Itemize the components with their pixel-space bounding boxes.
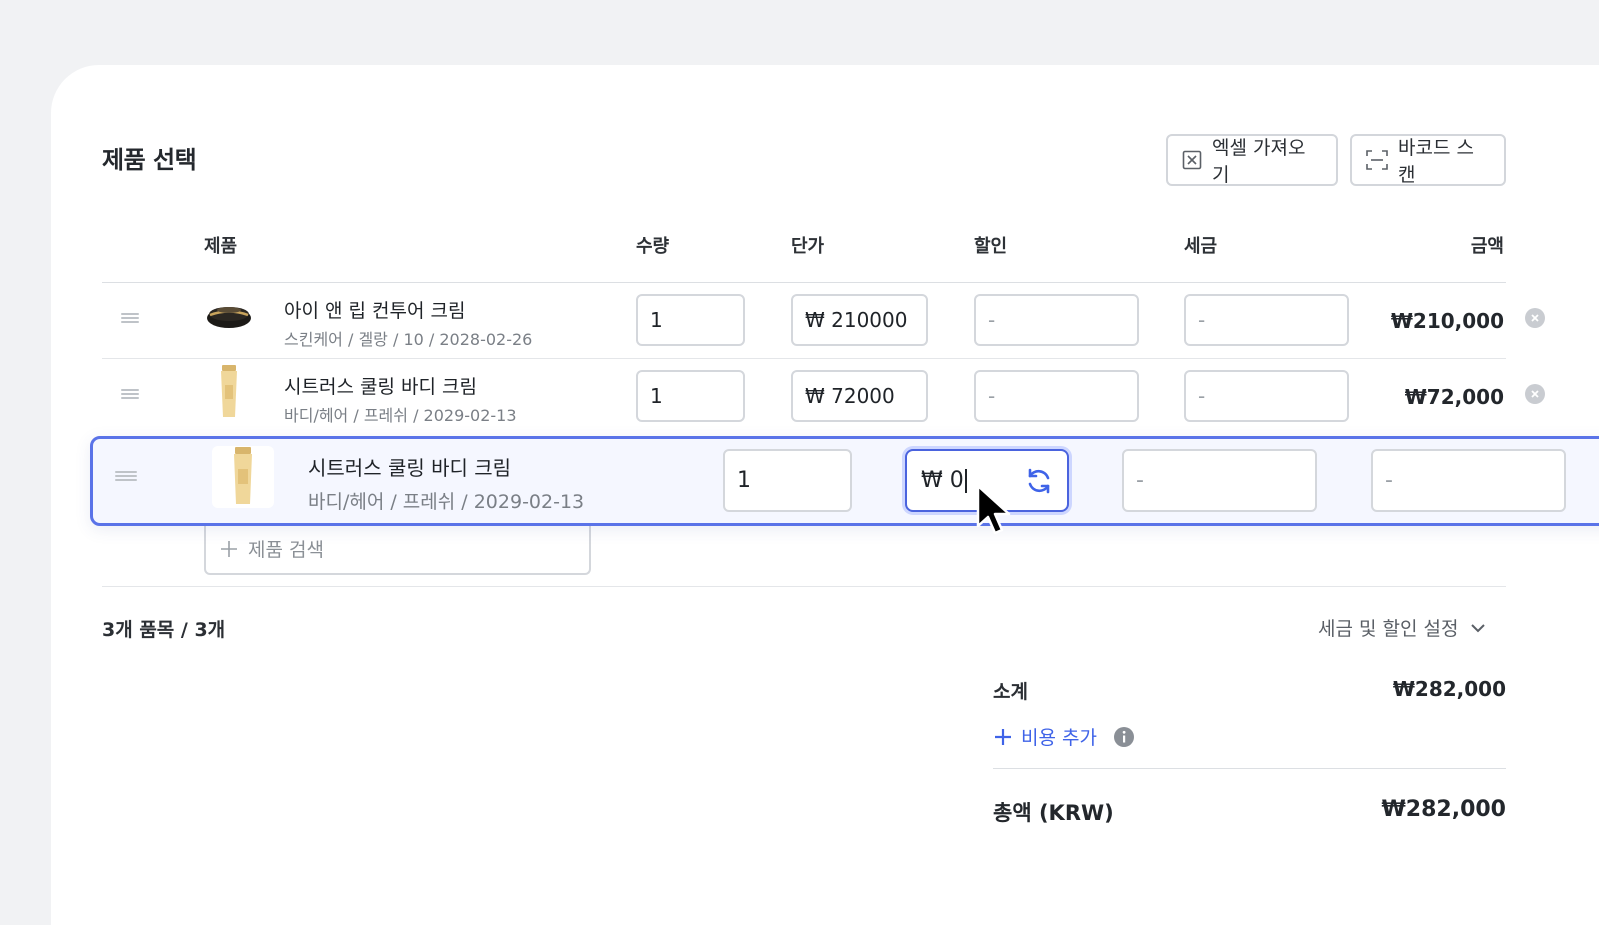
close-icon (1531, 390, 1539, 398)
tax-input[interactable]: - (1371, 449, 1566, 512)
column-header-discount: 할인 (974, 236, 1008, 257)
product-thumbnail (234, 447, 252, 504)
drag-handle-icon[interactable] (121, 389, 139, 399)
barcode-scan-button[interactable]: 바코드 스캔 (1350, 134, 1506, 186)
product-name: 시트러스 쿨링 바디 크림 (308, 456, 512, 480)
product-name: 시트러스 쿨링 바디 크림 (284, 376, 477, 398)
remove-row-button[interactable] (1525, 384, 1545, 404)
row-divider (102, 358, 1506, 359)
refresh-icon[interactable] (1025, 467, 1053, 495)
add-cost-label: 비용 추가 (1021, 727, 1097, 749)
product-meta: 바디/헤어 / 프레쉬 / 2029-02-13 (308, 491, 585, 513)
drag-handle-icon[interactable] (115, 471, 137, 481)
quantity-input[interactable]: 1 (636, 294, 745, 346)
summary-divider (993, 768, 1506, 769)
unit-price-input[interactable]: ₩ 210000 (791, 294, 928, 346)
quantity-input[interactable]: 1 (723, 449, 852, 512)
add-cost-button[interactable]: 비용 추가 (993, 723, 1135, 750)
excel-import-button[interactable]: 엑셀 가져오기 (1166, 134, 1338, 186)
info-icon[interactable] (1113, 726, 1135, 748)
tax-input[interactable]: - (1184, 370, 1349, 422)
excel-import-label: 엑셀 가져오기 (1212, 137, 1306, 186)
product-meta: 바디/헤어 / 프레쉬 / 2029-02-13 (284, 406, 517, 425)
discount-input[interactable]: - (974, 294, 1139, 346)
barcode-scan-icon (1366, 150, 1388, 170)
tax-discount-settings-label: 세금 및 할인 설정 (1318, 618, 1459, 640)
product-search-placeholder: 제품 검색 (248, 539, 324, 561)
discount-input[interactable]: - (974, 370, 1139, 422)
text-caret (964, 468, 967, 493)
close-icon (1531, 314, 1539, 322)
plus-icon (995, 728, 1011, 745)
drag-handle-icon[interactable] (121, 313, 139, 323)
column-header-unit-price: 단가 (791, 236, 825, 257)
header-divider (102, 282, 1506, 283)
remove-row-button[interactable] (1525, 308, 1545, 328)
total-label: 총액 (KRW) (993, 801, 1114, 825)
plus-icon (221, 540, 237, 557)
excel-icon (1182, 150, 1202, 170)
column-header-product: 제품 (204, 236, 238, 257)
barcode-scan-label: 바코드 스캔 (1398, 137, 1474, 186)
product-name: 아이 앤 립 컨투어 크림 (284, 300, 466, 322)
unit-price-value: ₩ 0 (921, 468, 964, 493)
product-thumbnail (221, 365, 237, 417)
total-value: ₩282,000 (1381, 797, 1506, 822)
tax-discount-settings-toggle[interactable]: 세금 및 할인 설정 (1318, 614, 1486, 641)
subtotal-value: ₩282,000 (1392, 677, 1506, 701)
item-count: 3개 품목 / 3개 (102, 619, 226, 641)
column-header-tax: 세금 (1184, 236, 1218, 257)
page-title: 제품 선택 (102, 146, 197, 174)
row-amount: ₩72,000 (1404, 385, 1504, 409)
table-bottom-divider (102, 586, 1506, 587)
discount-input[interactable]: - (1122, 449, 1317, 512)
tax-input[interactable]: - (1184, 294, 1349, 346)
product-search-input[interactable]: 제품 검색 (204, 524, 591, 575)
column-header-quantity: 수량 (636, 236, 670, 257)
product-meta: 스킨케어 / 겔랑 / 10 / 2028-02-26 (284, 330, 533, 349)
product-thumbnail (207, 307, 251, 328)
unit-price-input[interactable]: ₩ 72000 (791, 370, 928, 422)
mouse-pointer-icon (976, 484, 1011, 535)
subtotal-label: 소계 (993, 681, 1028, 703)
chevron-down-icon (1471, 623, 1486, 632)
row-amount: ₩210,000 (1390, 309, 1504, 333)
quantity-input[interactable]: 1 (636, 370, 745, 422)
column-header-amount: 금액 (1470, 236, 1504, 257)
